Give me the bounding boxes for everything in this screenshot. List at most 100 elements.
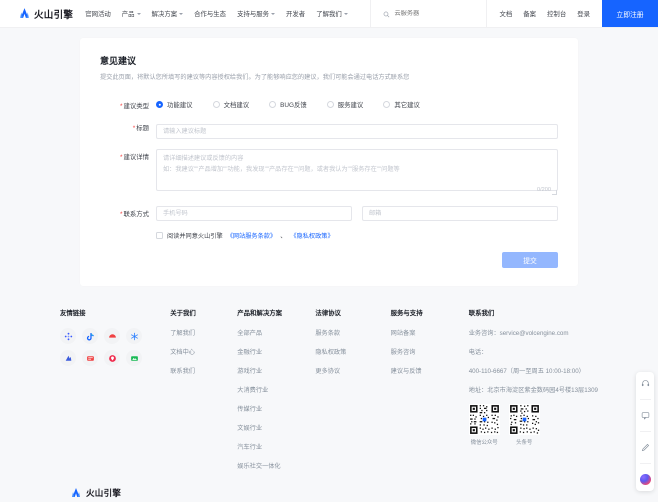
site-header: 火山引擎 官网活动 产品 解决方案 合作与生态 支持与服务 开发者 了解我们 云… [0, 0, 658, 28]
footer-link-doc-center[interactable]: 文档中心 [170, 347, 237, 356]
footer-link-entertainment[interactable]: 文娱行业 [237, 423, 315, 432]
nav-item-activities[interactable]: 官网活动 [85, 9, 111, 18]
duoshan-icon[interactable] [126, 350, 142, 367]
footer-link-feedback[interactable]: 建议与反馈 [391, 366, 469, 375]
submit-button[interactable]: 提交 [502, 252, 558, 269]
label-suggestion-type: *建议类型 [100, 98, 156, 110]
nav-item-products[interactable]: 产品 [122, 9, 141, 18]
label-contact: *联系方式 [100, 206, 156, 218]
agreement-checkbox[interactable] [156, 232, 163, 240]
radio-dot-icon [326, 101, 334, 109]
privacy-policy-link[interactable]: 《隐私权政策》 [290, 231, 333, 240]
nav-item-support[interactable]: 支持与服务 [237, 9, 276, 18]
xigua-icon[interactable] [104, 328, 120, 345]
radio-dot-icon [383, 101, 391, 109]
radio-label: BUG反馈 [280, 102, 307, 110]
footer-link-finance[interactable]: 金融行业 [237, 347, 315, 356]
footer-link-gaming[interactable]: 游戏行业 [237, 366, 315, 375]
headset-icon[interactable] [639, 377, 652, 390]
site-footer: 友情链接 关于我们 了解我们 文档中心 联系我们 产品和解决方案 全部产品 金融… [0, 286, 658, 502]
detail-textarea[interactable] [156, 149, 558, 192]
footer-link-about-us[interactable]: 了解我们 [170, 328, 237, 337]
message-icon[interactable] [639, 409, 652, 422]
page-subtitle: 提交此页面，将默认您所填写的建议等内容授权给我们。为了能够响应您的建议，我们可能… [100, 74, 410, 81]
floating-toolbar [636, 372, 654, 491]
nav-label: 了解我们 [316, 11, 342, 18]
radio-label: 功能建议 [167, 102, 193, 110]
qr-caption-wechat: 微信公众号 [470, 440, 498, 447]
label-detail: *建议详情 [100, 149, 156, 161]
primary-nav: 官网活动 产品 解决方案 合作与生态 支持与服务 开发者 了解我们 [85, 0, 348, 27]
header-links: 文档 备案 控制台 登录 [486, 0, 602, 27]
phone-input[interactable] [156, 206, 352, 222]
footer-link-all-products[interactable]: 全部产品 [237, 328, 315, 337]
footer-link-service-consult[interactable]: 服务咨询 [391, 347, 469, 356]
header-spacer [348, 0, 371, 27]
brand-logo[interactable]: 火山引擎 [0, 0, 85, 27]
pen-icon[interactable] [639, 441, 652, 454]
radio-dot-icon [156, 101, 163, 109]
search-icon [383, 5, 390, 23]
nav-item-about[interactable]: 了解我们 [316, 9, 348, 18]
agreement-row: 阅读并同意火山引擎 《网站服务条款》 、 《隐私权政策》 [100, 231, 558, 240]
contact-address: 地址：北京市海淀区紫金数码园4号楼13层1309 [468, 387, 598, 395]
footer-columns: 友情链接 关于我们 了解我们 文档中心 联系我们 产品和解决方案 全部产品 金融… [60, 308, 598, 480]
wechat-qr-icon [468, 404, 500, 436]
qr-toutiao: 头条号 [508, 404, 540, 446]
label-title: *标题 [100, 120, 156, 132]
radio-label: 其它建议 [394, 102, 420, 110]
header-link-docs[interactable]: 文档 [499, 9, 512, 18]
radio-doc-suggestion[interactable]: 文档建议 [212, 100, 250, 110]
register-button[interactable]: 立即注册 [602, 0, 658, 27]
header-search[interactable] [370, 0, 486, 27]
header-link-console[interactable]: 控制台 [547, 9, 566, 18]
title-input[interactable] [156, 124, 558, 140]
contact-phone-label: 电话： [468, 349, 488, 357]
ai-orb-icon[interactable] [639, 473, 652, 486]
terms-of-service-link[interactable]: 《网站服务条款》 [227, 231, 277, 240]
faceu-icon[interactable] [104, 350, 120, 367]
chevron-down-icon [179, 12, 184, 15]
footer-link-site-beian[interactable]: 网站备案 [391, 328, 469, 337]
radio-feature-suggestion[interactable]: 功能建议 [156, 100, 193, 109]
label-text: 建议类型 [123, 103, 149, 111]
footer-heading-legal: 法律协议 [315, 310, 341, 318]
radio-label: 文档建议 [223, 102, 250, 110]
toutiao-qr-icon [508, 404, 540, 436]
required-marker: * [132, 125, 136, 133]
feedback-card: 意见建议 提交此页面，将默认您所填写的建议等内容授权给我们。为了能够响应您的建议… [80, 38, 578, 287]
search-input[interactable] [394, 10, 473, 17]
footer-link-consumer[interactable]: 大消费行业 [237, 385, 315, 394]
field-suggestion-type: *建议类型 功能建议 文档建议 BUG反馈 服务建议 其它建议 [100, 98, 558, 110]
footer-link-media[interactable]: 传媒行业 [237, 404, 315, 413]
footer-link-terms[interactable]: 服务条款 [315, 328, 390, 337]
submit-row: 提交 [100, 252, 558, 269]
nav-label: 支持与服务 [237, 11, 270, 18]
resize-handle-icon[interactable] [551, 189, 557, 195]
nav-item-ecosystem[interactable]: 合作与生态 [194, 9, 226, 18]
douyin-icon[interactable] [82, 328, 98, 345]
radio-bug-report[interactable]: BUG反馈 [269, 100, 307, 109]
header-link-beian[interactable]: 备案 [523, 9, 536, 18]
footer-link-contact-us[interactable]: 联系我们 [170, 366, 237, 375]
volcengine-logo-icon [70, 486, 83, 499]
chevron-down-icon [136, 12, 141, 15]
toutiao-icon[interactable] [60, 328, 76, 345]
pipixia-icon[interactable] [82, 350, 98, 367]
footer-link-social[interactable]: 娱乐社交一体化 [237, 461, 315, 470]
detail-control: 0/200 [156, 149, 558, 196]
huoshan-icon[interactable] [60, 350, 76, 367]
email-input[interactable] [362, 206, 558, 222]
radio-other-suggestion[interactable]: 其它建议 [383, 100, 420, 109]
radio-dot-icon [269, 101, 277, 109]
nav-item-solutions[interactable]: 解决方案 [152, 9, 184, 18]
radio-dot-icon [212, 101, 220, 109]
radio-service-suggestion[interactable]: 服务建议 [326, 100, 363, 109]
footer-link-privacy[interactable]: 隐私权政策 [315, 347, 390, 356]
volcengine-logo-icon [18, 7, 31, 20]
header-link-login[interactable]: 登录 [577, 9, 590, 18]
nav-item-developers[interactable]: 开发者 [286, 9, 305, 18]
feishu-icon[interactable] [126, 328, 142, 345]
footer-link-automotive[interactable]: 汽车行业 [237, 442, 315, 451]
footer-link-more-agreements[interactable]: 更多协议 [315, 366, 390, 375]
